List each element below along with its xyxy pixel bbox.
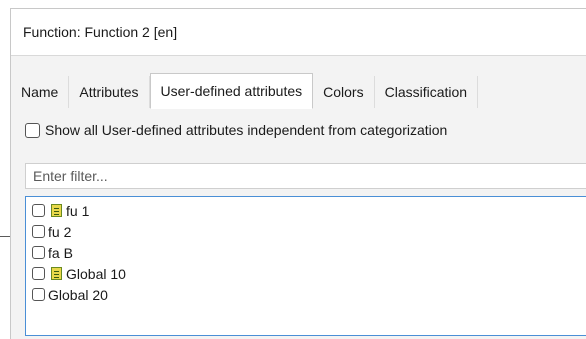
function-properties-dialog: Function: Function 2 [en] Name Attribute… — [10, 8, 586, 339]
tab-attributes[interactable]: Attributes — [69, 76, 150, 108]
list-item-checkbox[interactable] — [32, 225, 45, 238]
list-item-checkbox[interactable] — [32, 288, 45, 301]
tab-colors[interactable]: Colors — [313, 76, 375, 108]
list-item-label: fu 1 — [66, 202, 90, 219]
list-item[interactable]: Global 10 — [26, 263, 586, 284]
tab-user-defined-attributes[interactable]: User-defined attributes — [149, 73, 314, 109]
tab-bar: Name Attributes User-defined attributes … — [11, 73, 586, 109]
list-item-checkbox[interactable] — [32, 246, 45, 259]
attribute-icon — [51, 204, 62, 217]
show-all-checkbox-row[interactable]: Show all User-defined attributes indepen… — [25, 122, 447, 138]
tab-classification[interactable]: Classification — [375, 76, 479, 108]
list-item[interactable]: fu 1 — [26, 200, 586, 221]
attribute-icon — [51, 267, 62, 280]
dialog-title: Function: Function 2 [en] — [23, 24, 178, 40]
filter-input[interactable] — [25, 163, 586, 189]
attribute-list[interactable]: fu 1 fu 2 fa B Global 10 Global 20 — [25, 196, 586, 336]
tab-name[interactable]: Name — [11, 76, 70, 108]
list-item-label: Global 20 — [48, 286, 108, 303]
list-item-label: fu 2 — [48, 223, 72, 240]
list-item-label: fa B — [48, 244, 73, 261]
show-all-checkbox[interactable] — [25, 122, 40, 138]
show-all-label: Show all User-defined attributes indepen… — [45, 122, 448, 138]
list-item-checkbox[interactable] — [32, 267, 45, 280]
list-item[interactable]: fu 2 — [26, 221, 586, 242]
user-defined-attributes-panel: Show all User-defined attributes indepen… — [11, 108, 586, 339]
list-item-checkbox[interactable] — [32, 204, 45, 217]
dialog-title-bar: Function: Function 2 [en] — [11, 9, 586, 56]
window-edge-line — [0, 236, 10, 237]
list-item-label: Global 10 — [66, 265, 126, 282]
list-item[interactable]: Global 20 — [26, 284, 586, 305]
list-item[interactable]: fa B — [26, 242, 586, 263]
